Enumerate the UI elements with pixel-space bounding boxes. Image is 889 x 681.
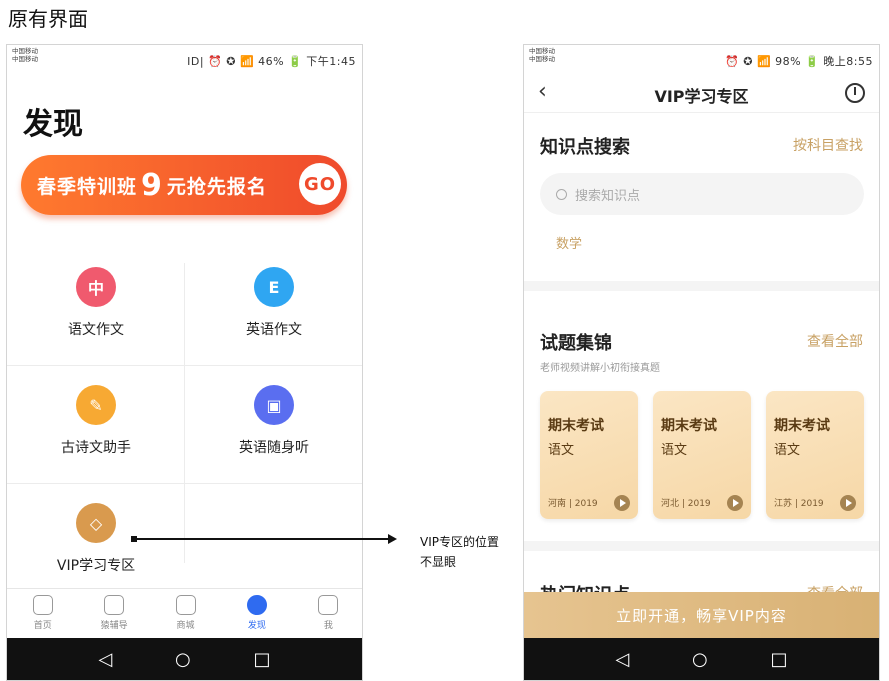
card-subject: 语文 <box>548 443 575 458</box>
grid-item-label: VIP学习专区 <box>56 558 136 574</box>
tab-home[interactable]: 首页 <box>7 589 78 638</box>
audio-icon: ▣ <box>254 385 294 425</box>
exam-card[interactable]: 期末考试 语文 江苏 | 2019 <box>766 391 864 519</box>
card-subject: 语文 <box>774 443 801 458</box>
vip-subscribe-button[interactable]: 立即开通，畅享VIP内容 <box>524 592 879 638</box>
view-all-link[interactable]: 查看全部 <box>807 331 863 351</box>
phone-discover-screen: 中国移动 中国移动 ID| ⏰ ✪ 📶 46% 🔋 下午1:45 发现 春季特训班… <box>6 44 363 681</box>
compass-icon <box>246 595 267 615</box>
tab-shop[interactable]: 商城 <box>150 589 221 638</box>
play-icon <box>104 595 125 615</box>
go-button[interactable]: GO <box>299 163 341 205</box>
history-clock-icon[interactable] <box>845 83 865 103</box>
tab-tutor[interactable]: 猿辅导 <box>78 589 149 638</box>
tab-discover[interactable]: 发现 <box>221 589 292 638</box>
home-nav-button[interactable]: ○ <box>692 649 708 670</box>
status-indicators: ⏰ ✪ 📶 98% 🔋 晚上8:55 <box>725 55 873 68</box>
promo-banner[interactable]: 春季特训班 9 元抢先报名 GO <box>21 155 347 215</box>
search-icon <box>556 188 567 200</box>
section-gap <box>524 541 879 551</box>
search-placeholder: 搜索知识点 <box>575 188 641 204</box>
system-nav-bar: ◁ ○ □ <box>7 638 362 680</box>
page-title: VIP学习专区 <box>654 87 749 106</box>
play-icon[interactable] <box>614 495 630 511</box>
grid-item-label: 古诗文助手 <box>61 440 131 456</box>
grid-item-english-listening[interactable]: ▣ 英语随身听 <box>185 373 362 491</box>
recent-nav-button[interactable]: □ <box>771 649 788 670</box>
profile-icon <box>318 595 339 615</box>
banner-text: 春季特训班 <box>37 175 138 198</box>
recent-nav-button[interactable]: □ <box>254 649 271 670</box>
feature-grid: 中 语文作文 E 英语作文 ✎ 古诗文助手 ▣ 英语随身听 ◇ VIP学习专区 <box>7 255 362 615</box>
home-nav-button[interactable]: ○ <box>175 649 191 670</box>
banner-text-2: 元抢先报名 <box>166 175 267 198</box>
annotation-note: VIP专区的位置 不显眼 <box>420 535 499 569</box>
brush-icon: ✎ <box>76 385 116 425</box>
carrier-label: 中国移动 中国移动 <box>529 47 555 63</box>
back-nav-button[interactable]: ◁ <box>98 649 112 670</box>
browse-by-subject-link[interactable]: 按科目查找 <box>793 135 863 155</box>
grid-item-chinese-essay[interactable]: 中 语文作文 <box>7 255 185 373</box>
play-icon[interactable] <box>840 495 856 511</box>
card-subject: 语文 <box>661 443 688 458</box>
system-nav-bar: ◁ ○ □ <box>524 638 879 680</box>
bottom-tab-bar: 首页 猿辅导 商城 发现 我 <box>7 588 362 638</box>
arrow-line <box>134 538 392 540</box>
carrier-label: 中国移动 中国移动 <box>12 47 38 63</box>
card-meta: 江苏 | 2019 <box>774 499 824 509</box>
card-title: 期末考试 <box>661 418 717 434</box>
section-gap <box>524 281 879 291</box>
card-meta: 河南 | 2019 <box>548 499 598 509</box>
shop-icon <box>175 595 196 615</box>
exam-card[interactable]: 期末考试 语文 河南 | 2019 <box>540 391 638 519</box>
status-bar: 中国移动 中国移动 ⏰ ✪ 📶 98% 🔋 晚上8:55 <box>524 45 879 73</box>
english-icon: E <box>254 267 294 307</box>
card-title: 期末考试 <box>774 418 830 434</box>
grid-item-label: 语文作文 <box>68 322 124 338</box>
exam-card[interactable]: 期末考试 语文 河北 | 2019 <box>653 391 751 519</box>
section-subtitle: 老师视频讲解小初衔接真题 <box>540 363 660 374</box>
back-nav-button[interactable]: ◁ <box>615 649 629 670</box>
status-indicators: ID| ⏰ ✪ 📶 46% 🔋 下午1:45 <box>187 55 356 68</box>
chinese-icon: 中 <box>76 267 116 307</box>
banner-number: 9 <box>141 167 163 203</box>
page-title: 发现 <box>23 107 83 142</box>
page-heading: 原有界面 <box>8 7 88 31</box>
arrow-head-icon <box>388 534 397 544</box>
home-icon <box>32 595 53 615</box>
section-title: 知识点搜索 <box>540 137 630 158</box>
card-title: 期末考试 <box>548 418 604 434</box>
subject-tag[interactable]: 数学 <box>556 233 582 252</box>
header: ‹ VIP学习专区 <box>524 73 879 113</box>
grid-item-label: 英语随身听 <box>239 440 309 456</box>
card-meta: 河北 | 2019 <box>661 499 711 509</box>
status-bar: 中国移动 中国移动 ID| ⏰ ✪ 📶 46% 🔋 下午1:45 <box>7 45 362 73</box>
diamond-icon: ◇ <box>76 503 116 543</box>
tab-me[interactable]: 我 <box>293 589 362 638</box>
grid-item-english-essay[interactable]: E 英语作文 <box>185 255 362 373</box>
phone-vip-screen: 中国移动 中国移动 ⏰ ✪ 📶 98% 🔋 晚上8:55 ‹ VIP学习专区 知识… <box>523 44 880 681</box>
grid-item-label: 英语作文 <box>246 322 302 338</box>
play-icon[interactable] <box>727 495 743 511</box>
grid-item-poetry-helper[interactable]: ✎ 古诗文助手 <box>7 373 185 491</box>
search-input[interactable]: 搜索知识点 <box>540 173 864 215</box>
section-title: 试题集锦 <box>540 333 612 354</box>
